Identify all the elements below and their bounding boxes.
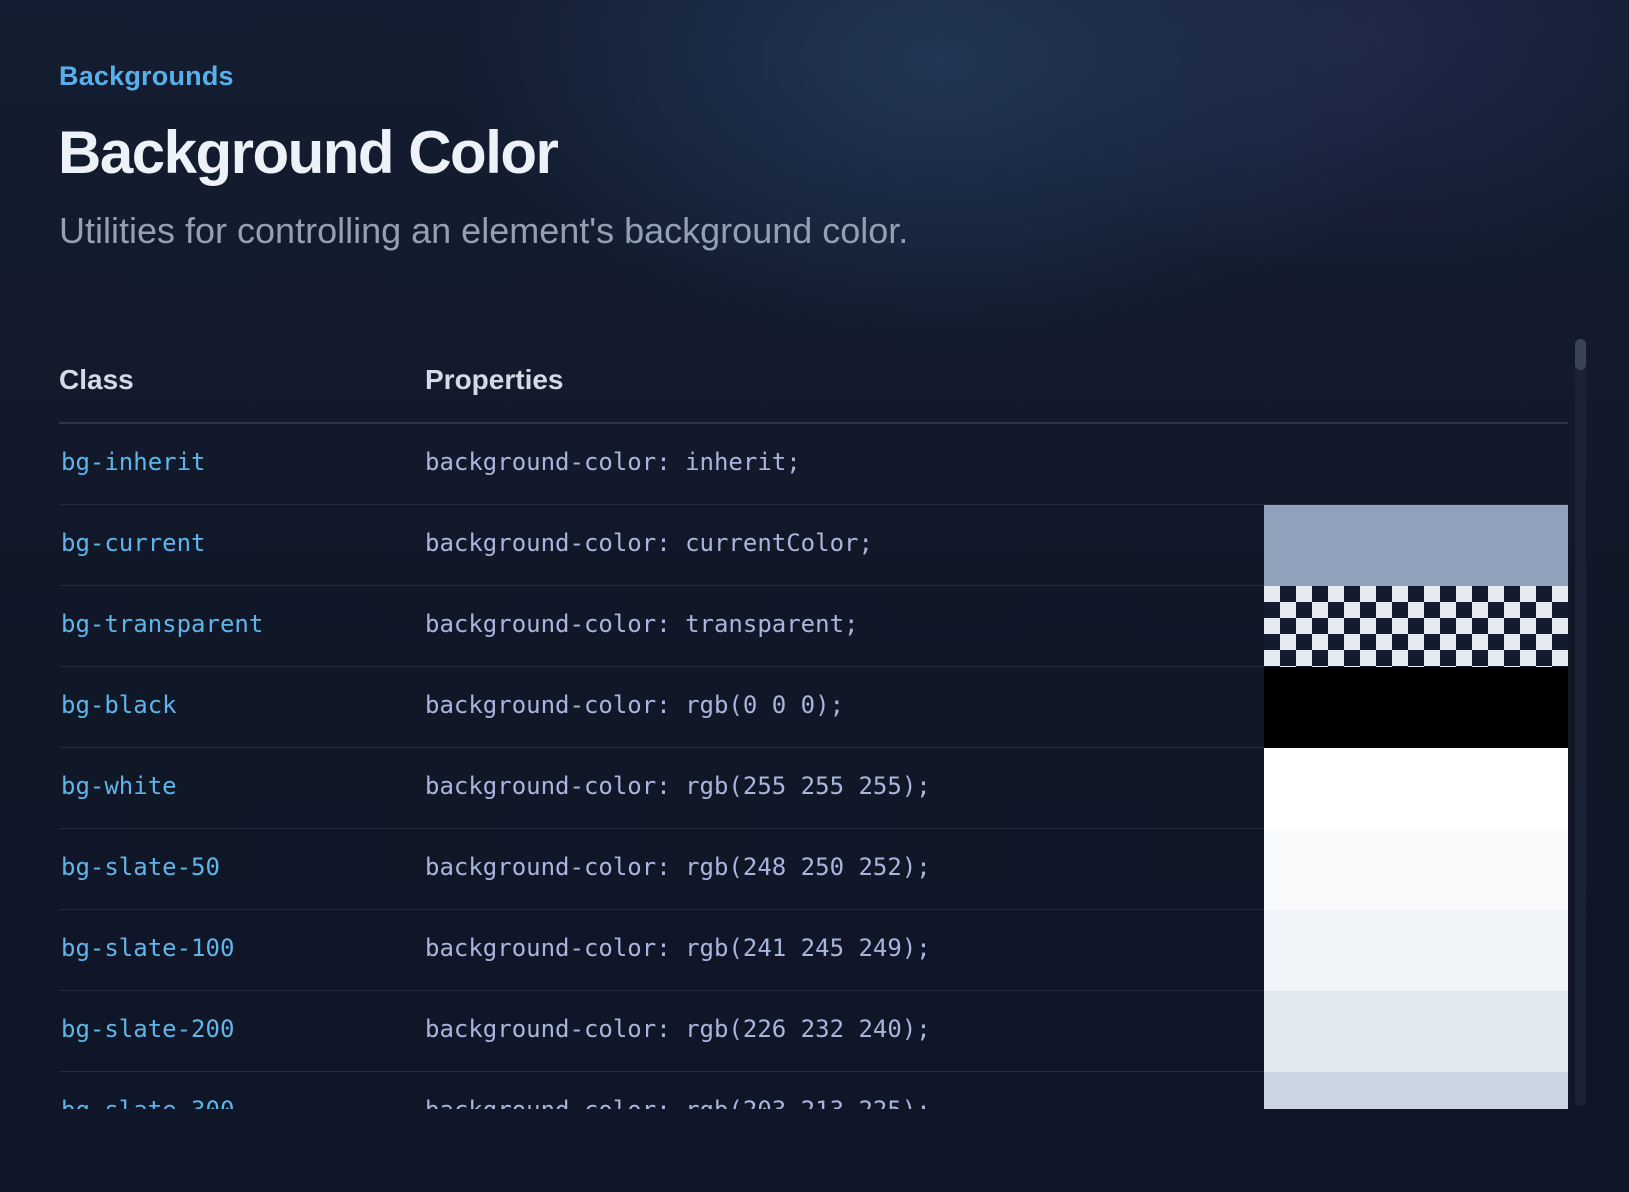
scrollbar-thumb[interactable]	[1575, 339, 1586, 370]
properties-cell: background-color: rgb(255 255 255);	[425, 772, 931, 800]
color-swatch	[1264, 748, 1568, 829]
properties-cell: background-color: rgb(0 0 0);	[425, 691, 845, 719]
class-name-cell: bg-slate-50	[61, 853, 220, 881]
color-swatch	[1264, 829, 1568, 910]
properties-cell: background-color: currentColor;	[425, 529, 873, 557]
table-header: Class Properties	[59, 336, 1568, 424]
class-name-cell: bg-slate-300	[61, 1096, 234, 1109]
table-body: bg-inherit background-color: inherit; bg-c…	[59, 424, 1568, 1109]
color-swatch	[1264, 1072, 1568, 1109]
table-row: bg-slate-300 background-color: rgb(203 21…	[59, 1072, 1568, 1109]
table-row: bg-current background-color: currentColor…	[59, 505, 1568, 586]
properties-cell: background-color: rgb(248 250 252);	[425, 853, 931, 881]
class-name-cell: bg-slate-100	[61, 934, 235, 962]
classes-table[interactable]: Class Properties bg-inherit background-co…	[59, 336, 1568, 1109]
column-header-class: Class	[59, 364, 134, 395]
page-subtitle: Utilities for controlling an element's b…	[59, 210, 909, 251]
column-header-properties: Properties	[425, 364, 564, 395]
class-name-cell: bg-current	[61, 529, 206, 557]
table-row: bg-slate-100 background-color: rgb(241 24…	[59, 910, 1568, 991]
page-title: Background Color	[58, 119, 559, 186]
table-row: bg-slate-200 background-color: rgb(226 23…	[59, 991, 1568, 1072]
class-name-cell: bg-white	[61, 772, 177, 800]
class-name-cell: bg-inherit	[61, 448, 206, 476]
table-row: bg-white background-color: rgb(255 255 25…	[59, 748, 1568, 829]
table-row: bg-slate-50 background-color: rgb(248 250…	[59, 829, 1568, 910]
table-scrollbar[interactable]	[1575, 339, 1586, 1106]
page: Backgrounds Background Color Utilities f…	[0, 0, 1629, 1192]
class-name-cell: bg-transparent	[61, 610, 264, 638]
properties-cell: background-color: rgb(203 213 225);	[425, 1096, 931, 1109]
section-eyebrow: Backgrounds	[59, 61, 234, 91]
class-name-cell: bg-slate-200	[61, 1015, 235, 1043]
table-row: bg-transparent background-color: transpar…	[59, 586, 1568, 667]
properties-cell: background-color: rgb(241 245 249);	[425, 934, 931, 962]
color-swatch	[1264, 991, 1568, 1072]
properties-cell: background-color: rgb(226 232 240);	[425, 1015, 931, 1043]
properties-cell: background-color: transparent;	[425, 610, 859, 638]
class-name-cell: bg-black	[61, 691, 177, 719]
table-row: bg-inherit background-color: inherit;	[59, 424, 1568, 505]
color-swatch	[1264, 505, 1568, 586]
transparent-checker-swatch	[1264, 586, 1568, 667]
table-row: bg-black background-color: rgb(0 0 0);	[59, 667, 1568, 748]
properties-cell: background-color: inherit;	[425, 448, 801, 476]
color-swatch	[1264, 667, 1568, 748]
color-swatch	[1264, 910, 1568, 991]
